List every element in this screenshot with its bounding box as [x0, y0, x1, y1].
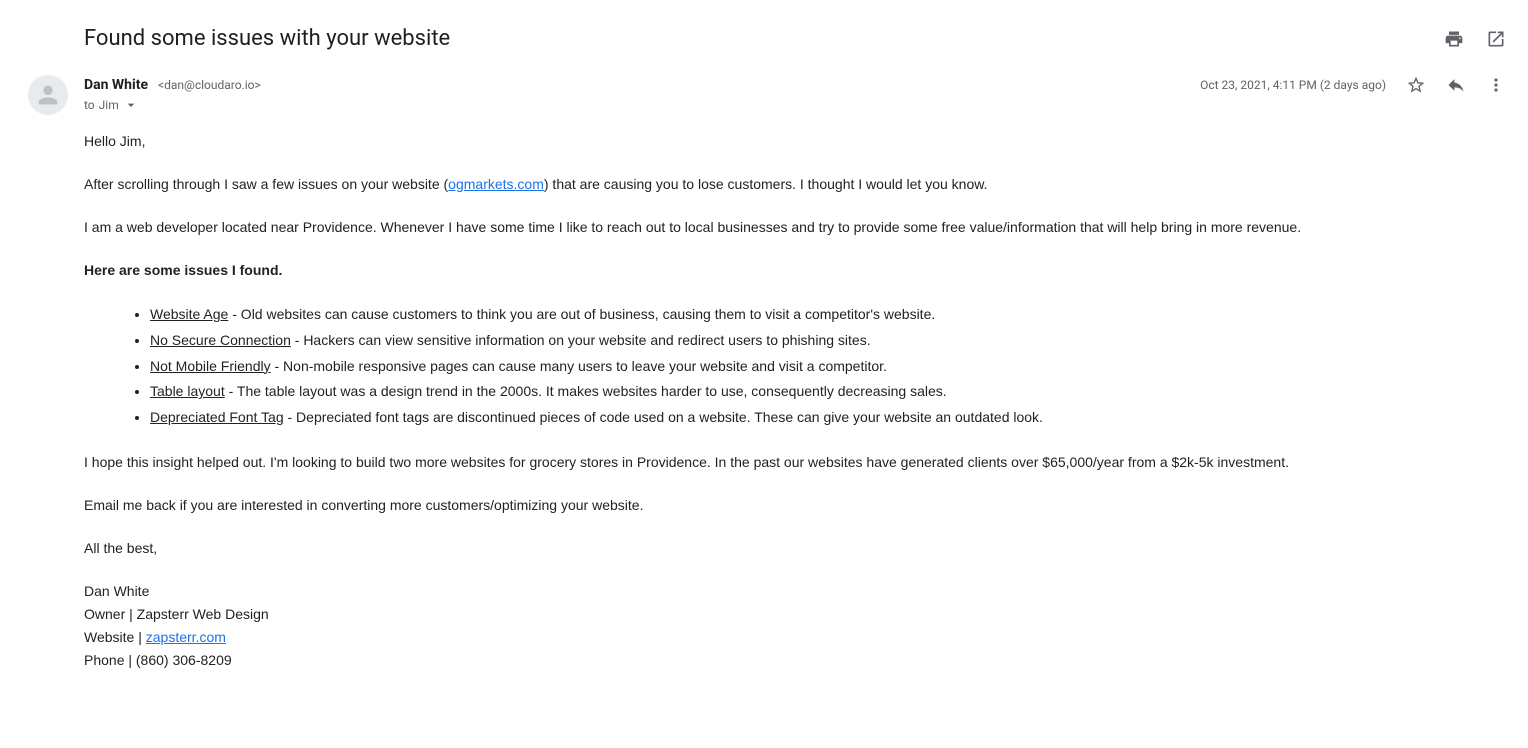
issues-list: Website Age - Old websites can cause cus… — [110, 303, 1506, 430]
reply-icon[interactable] — [1446, 75, 1466, 95]
paragraph-3: I hope this insight helped out. I'm look… — [84, 452, 1506, 473]
subject-row: Found some issues with your website — [12, 20, 1516, 67]
chevron-down-icon[interactable] — [123, 97, 139, 113]
avatar-column — [28, 75, 84, 673]
email-view: Found some issues with your website Dan … — [0, 20, 1528, 673]
list-item: Depreciated Font Tag - Depreciated font … — [150, 406, 1506, 430]
star-icon[interactable] — [1406, 75, 1426, 95]
list-item: No Secure Connection - Hackers can view … — [150, 329, 1506, 353]
paragraph-4: Email me back if you are interested in c… — [84, 495, 1506, 516]
subject-actions — [1444, 29, 1506, 49]
p1-text-a: After scrolling through I saw a few issu… — [84, 176, 448, 192]
message-actions: Oct 23, 2021, 4:11 PM (2 days ago) — [1200, 75, 1506, 95]
closing: All the best, — [84, 538, 1506, 559]
open-new-window-icon[interactable] — [1486, 29, 1506, 49]
issue-desc: - The table layout was a design trend in… — [225, 383, 947, 399]
link-zapsterr[interactable]: zapsterr.com — [146, 629, 226, 645]
message-date: Oct 23, 2021, 4:11 PM (2 days ago) — [1200, 78, 1386, 92]
sender-row: Dan White <dan@cloudaro.io> Oct 23, 2021… — [84, 75, 1506, 95]
issue-term: No Secure Connection — [150, 332, 291, 348]
sig-title: Owner | Zapsterr Web Design — [84, 604, 1506, 625]
sig-site-prefix: Website | — [84, 629, 146, 645]
email-body: Hello Jim, After scrolling through I saw… — [84, 113, 1506, 671]
p1-text-b: ) that are causing you to lose customers… — [544, 176, 988, 192]
list-item: Not Mobile Friendly - Non-mobile respons… — [150, 355, 1506, 379]
to-name: Jim — [99, 98, 119, 112]
issue-term: Depreciated Font Tag — [150, 409, 284, 425]
paragraph-1: After scrolling through I saw a few issu… — [84, 174, 1506, 195]
message-body: Dan White <dan@cloudaro.io> Oct 23, 2021… — [84, 75, 1506, 673]
issue-desc: - Depreciated font tags are discontinued… — [284, 409, 1043, 425]
link-ogmarkets[interactable]: ogmarkets.com — [448, 176, 544, 192]
issue-term: Website Age — [150, 306, 228, 322]
issue-term: Table layout — [150, 383, 225, 399]
avatar — [28, 75, 68, 115]
message: Dan White <dan@cloudaro.io> Oct 23, 2021… — [12, 67, 1516, 673]
more-icon[interactable] — [1486, 75, 1506, 95]
issue-desc: - Hackers can view sensitive information… — [291, 332, 871, 348]
issue-desc: - Non-mobile responsive pages can cause … — [271, 358, 887, 374]
sig-phone: Phone | (860) 306-8209 — [84, 650, 1506, 671]
issues-heading: Here are some issues I found. — [84, 260, 1506, 281]
greeting: Hello Jim, — [84, 131, 1506, 152]
signature: Dan White Owner | Zapsterr Web Design We… — [84, 581, 1506, 671]
issue-desc: - Old websites can cause customers to th… — [228, 306, 935, 322]
email-subject: Found some issues with your website — [84, 26, 1444, 51]
list-item: Table layout - The table layout was a de… — [150, 380, 1506, 404]
issue-term: Not Mobile Friendly — [150, 358, 271, 374]
recipient-row[interactable]: to Jim — [84, 97, 1506, 113]
paragraph-2: I am a web developer located near Provid… — [84, 217, 1506, 238]
sig-name: Dan White — [84, 581, 1506, 602]
sender-email: <dan@cloudaro.io> — [158, 78, 261, 92]
print-icon[interactable] — [1444, 29, 1464, 49]
list-item: Website Age - Old websites can cause cus… — [150, 303, 1506, 327]
sender-name: Dan White — [84, 77, 148, 93]
sig-website: Website | zapsterr.com — [84, 627, 1506, 648]
to-prefix: to — [84, 98, 95, 112]
issues-heading-text: Here are some issues I found. — [84, 262, 282, 278]
